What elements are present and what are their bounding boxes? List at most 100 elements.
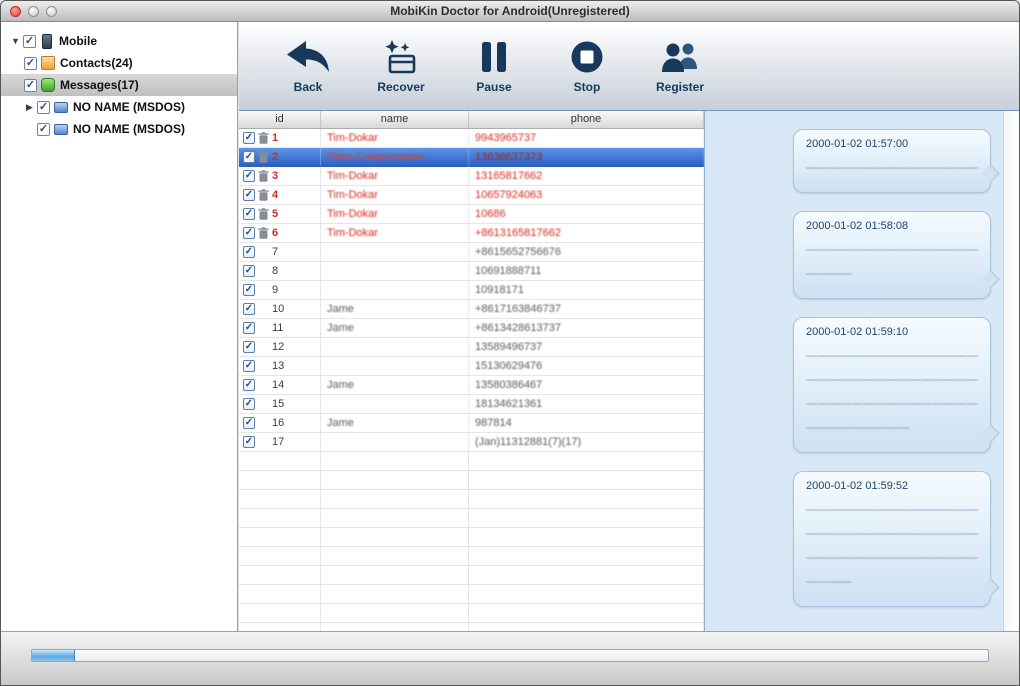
message-line: ————————— xyxy=(806,422,910,434)
close-button[interactable] xyxy=(10,6,21,17)
column-header-id[interactable]: id xyxy=(239,111,321,128)
table-row[interactable]: ✓ 16 Jame 987814 xyxy=(239,414,704,433)
table-row[interactable]: ✓ 14 Jame 13580386467 xyxy=(239,376,704,395)
row-id-cell: ✓ 17 xyxy=(239,433,321,451)
table-row[interactable]: ✓ 10 Jame +8617163846737 xyxy=(239,300,704,319)
cell-id: 7 xyxy=(272,246,279,258)
contacts-icon xyxy=(41,56,55,70)
message-lines: ——————————————— ——————————————— ——————————… xyxy=(806,504,978,588)
register-button[interactable]: Register xyxy=(647,39,713,94)
table-empty-row xyxy=(239,528,704,547)
row-checkbox[interactable]: ✓ xyxy=(243,132,255,144)
tree-checkbox[interactable]: ✓ xyxy=(37,100,50,114)
row-checkbox[interactable]: ✓ xyxy=(243,398,255,410)
row-id-cell: ✓ 5 xyxy=(239,205,321,223)
cell-id: 10 xyxy=(272,303,285,315)
messages-scrollbar[interactable] xyxy=(1003,111,1019,631)
tree-checkbox[interactable]: ✓ xyxy=(23,34,36,48)
tree-checkbox[interactable]: ✓ xyxy=(37,122,50,136)
row-id-cell: ✓ 15 xyxy=(239,395,321,413)
message-line: ——————————————— xyxy=(806,350,978,362)
cell-id: 13 xyxy=(272,360,285,372)
row-checkbox[interactable]: ✓ xyxy=(243,265,255,277)
tree-checkbox[interactable]: ✓ xyxy=(24,78,37,92)
table-row[interactable]: ✓ 4 Tim-Dokar 10657924063 xyxy=(239,186,704,205)
cell-phone: 15130629476 xyxy=(469,357,704,375)
zoom-button[interactable] xyxy=(46,6,57,17)
minimize-button[interactable] xyxy=(28,6,39,17)
cell-phone: 10686 xyxy=(469,205,704,223)
message-line: ——————————————— xyxy=(806,398,978,410)
pause-icon xyxy=(479,39,509,75)
table-row[interactable]: ✓ 1 Tim-Dokar 9943965737 xyxy=(239,129,704,148)
progress-fill xyxy=(32,650,76,661)
row-checkbox[interactable]: ✓ xyxy=(243,341,255,353)
tree-item-label: NO NAME (MSDOS) xyxy=(73,122,185,136)
message-lines: ——————————————— ——————————————— ——————————… xyxy=(806,350,978,434)
row-id-cell: ✓ 6 xyxy=(239,224,321,242)
window-title: MobiKin Doctor for Android(Unregistered) xyxy=(390,4,630,18)
results-table: id name phone ✓ 1 Tim-Dokar 9943965737 ✓ xyxy=(239,111,705,631)
row-id-cell: ✓ 9 xyxy=(239,281,321,299)
cell-id: 1 xyxy=(272,132,279,144)
tree-item[interactable]: ▼ ✓ Mobile xyxy=(1,30,237,52)
window-controls xyxy=(10,6,57,17)
back-button[interactable]: Back xyxy=(275,39,341,94)
table-row[interactable]: ✓ 9 10918171 xyxy=(239,281,704,300)
register-users-icon xyxy=(659,39,701,75)
column-header-phone[interactable]: phone xyxy=(469,111,704,128)
table-row[interactable]: ✓ 2 Okea Cakanmawen 13638637373 xyxy=(239,148,704,167)
row-id-cell: ✓ 4 xyxy=(239,186,321,204)
column-header-name[interactable]: name xyxy=(321,111,469,128)
cell-id: 17 xyxy=(272,436,285,448)
back-arrow-icon xyxy=(285,39,331,75)
table-row[interactable]: ✓ 11 Jame +8613428613737 xyxy=(239,319,704,338)
table-row[interactable]: ✓ 15 18134621361 xyxy=(239,395,704,414)
recover-icon xyxy=(382,39,420,75)
row-checkbox[interactable]: ✓ xyxy=(243,417,255,429)
row-checkbox[interactable]: ✓ xyxy=(243,436,255,448)
recover-button[interactable]: Recover xyxy=(368,39,434,94)
row-checkbox[interactable]: ✓ xyxy=(243,322,255,334)
row-checkbox[interactable]: ✓ xyxy=(243,227,255,239)
cell-id: 12 xyxy=(272,341,285,353)
table-empty-row xyxy=(239,566,704,585)
message-bubble: 2000-01-02 01:59:52 ——————————————— —————… xyxy=(793,471,991,607)
tree-item[interactable]: ✓ NO NAME (MSDOS) xyxy=(1,118,237,140)
table-row[interactable]: ✓ 6 Tim-Dokar +8613165817662 xyxy=(239,224,704,243)
recover-button-label: Recover xyxy=(377,79,425,94)
cell-id: 15 xyxy=(272,398,285,410)
table-row[interactable]: ✓ 8 10691888711 xyxy=(239,262,704,281)
tree-item[interactable]: ▶ ✓ NO NAME (MSDOS) xyxy=(1,96,237,118)
row-checkbox[interactable]: ✓ xyxy=(243,303,255,315)
row-checkbox[interactable]: ✓ xyxy=(243,379,255,391)
table-row[interactable]: ✓ 5 Tim-Dokar 10686 xyxy=(239,205,704,224)
table-row[interactable]: ✓ 7 +8615652756676 xyxy=(239,243,704,262)
tree-item[interactable]: ✓ Contacts(24) xyxy=(1,52,237,74)
row-checkbox[interactable]: ✓ xyxy=(243,284,255,296)
message-lines: ——————————————— xyxy=(806,162,978,174)
tree-checkbox[interactable]: ✓ xyxy=(24,56,37,70)
tree-item[interactable]: ✓ Messages(17) xyxy=(1,74,237,96)
pause-button[interactable]: Pause xyxy=(461,39,527,94)
row-checkbox[interactable]: ✓ xyxy=(243,360,255,372)
stop-button[interactable]: Stop xyxy=(554,39,620,94)
table-empty-row xyxy=(239,585,704,604)
row-checkbox[interactable]: ✓ xyxy=(243,208,255,220)
phone-icon xyxy=(42,33,52,49)
table-row[interactable]: ✓ 12 13589496737 xyxy=(239,338,704,357)
disclosure-icon[interactable]: ▶ xyxy=(23,102,36,113)
table-row[interactable]: ✓ 17 (Jan)11312881(7)(17) xyxy=(239,433,704,452)
table-row[interactable]: ✓ 13 15130629476 xyxy=(239,357,704,376)
message-line: ——————————————— xyxy=(806,528,978,540)
cell-name: Tim-Dokar xyxy=(321,167,469,185)
cell-phone: +8613428613737 xyxy=(469,319,704,337)
message-bubble: 2000-01-02 01:57:00 ——————————————— xyxy=(793,129,991,193)
row-checkbox[interactable]: ✓ xyxy=(243,170,255,182)
row-checkbox[interactable]: ✓ xyxy=(243,246,255,258)
table-row[interactable]: ✓ 3 Tim-Dokar 13165817662 xyxy=(239,167,704,186)
disclosure-icon[interactable]: ▼ xyxy=(9,36,22,46)
row-checkbox[interactable]: ✓ xyxy=(243,189,255,201)
row-checkbox[interactable]: ✓ xyxy=(243,151,255,163)
message-line: ——————————————— xyxy=(806,552,978,564)
